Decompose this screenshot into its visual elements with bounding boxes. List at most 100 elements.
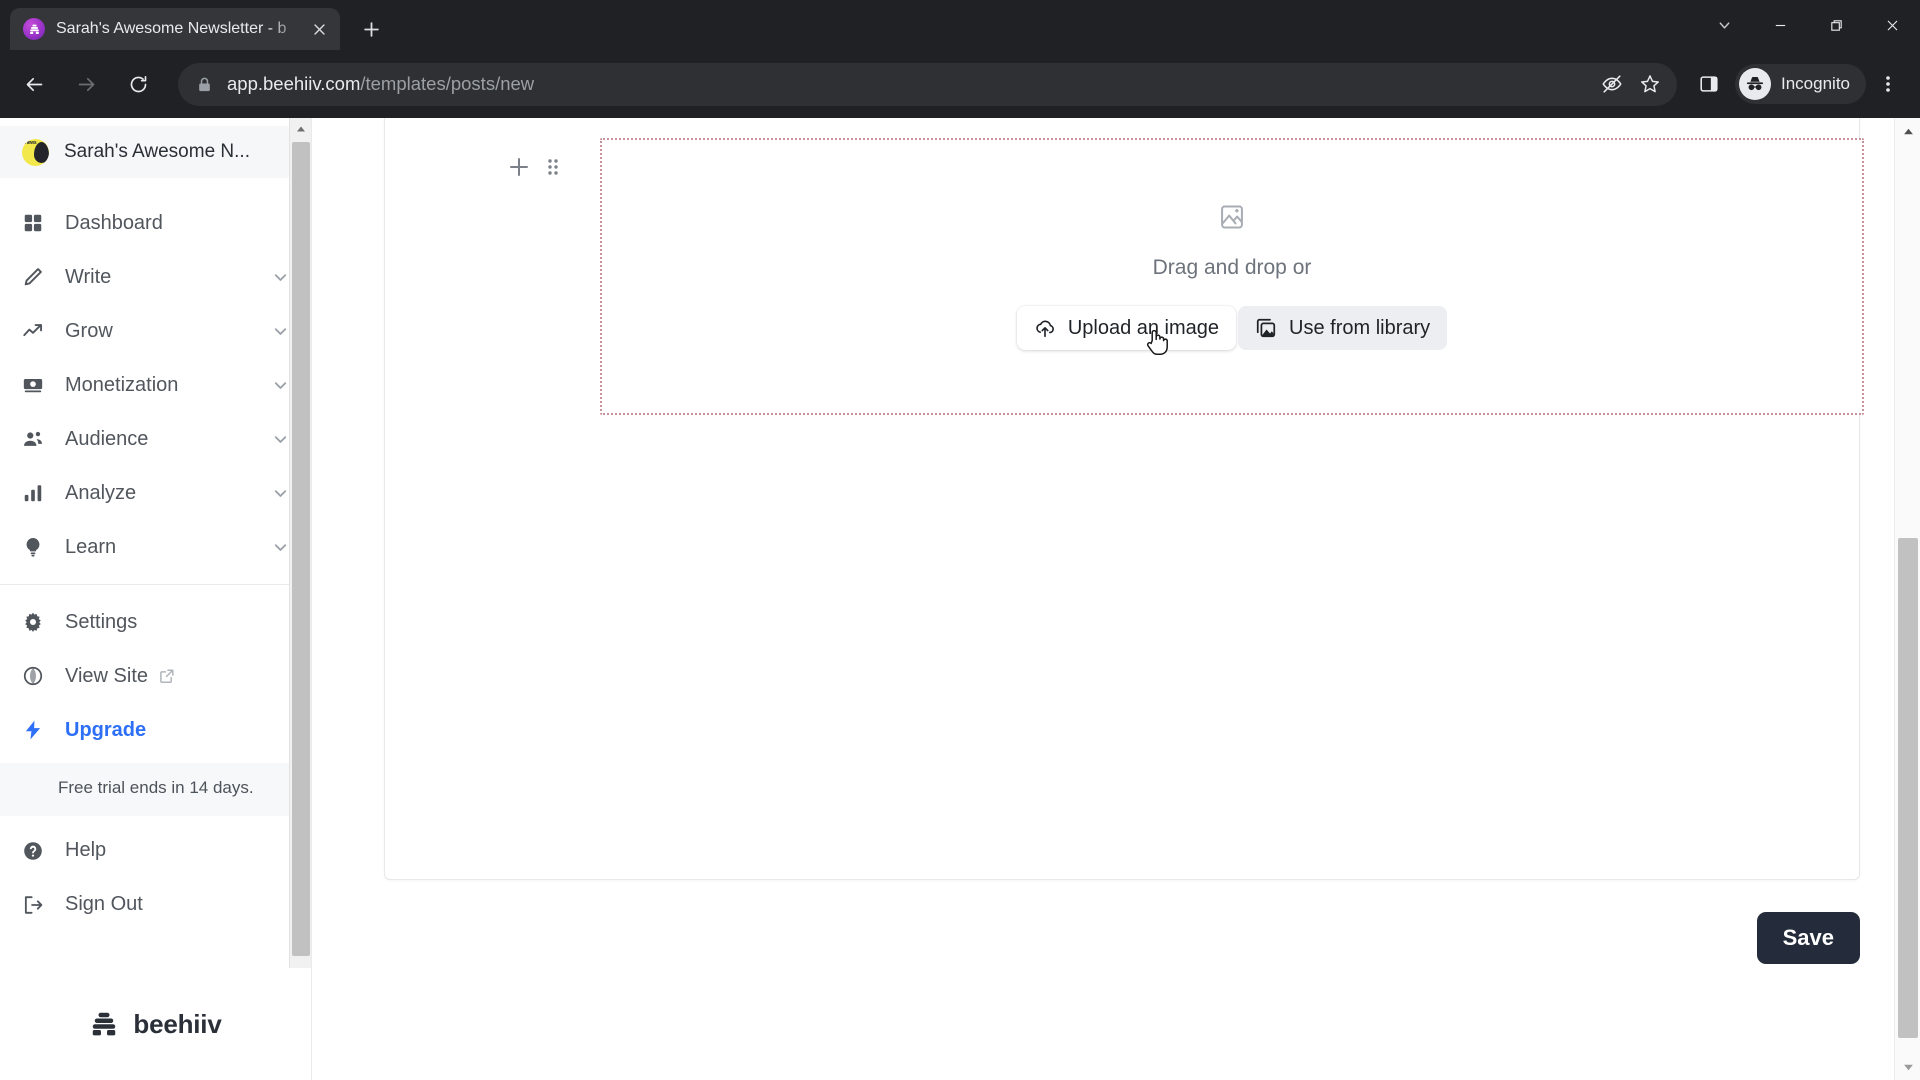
page-scrollbar[interactable] xyxy=(1894,118,1920,1080)
sidebar-item-dashboard[interactable]: Dashboard xyxy=(0,196,311,250)
page-scrollbar-thumb[interactable] xyxy=(1898,538,1918,1038)
profile-incognito-button[interactable]: Incognito xyxy=(1735,64,1866,104)
dropzone-prompt: Drag and drop or xyxy=(1152,256,1312,279)
sidebar-item-label: Analyze xyxy=(65,481,137,504)
maximize-restore-icon[interactable] xyxy=(1808,3,1864,47)
lightbulb-icon xyxy=(22,536,47,558)
sidebar-item-grow[interactable]: Grow xyxy=(0,304,311,358)
chevron-down-icon[interactable] xyxy=(272,269,289,286)
sidebar-item-label: Settings xyxy=(65,610,138,633)
sidebar-item-label: Dashboard xyxy=(65,211,163,234)
sidebar-item-label: Upgrade xyxy=(65,718,147,741)
save-button-wrap: Save xyxy=(1756,912,1860,964)
save-button[interactable]: Save xyxy=(1756,912,1860,964)
sidebar-item-monetization[interactable]: Monetization xyxy=(0,358,311,412)
chevron-down-icon[interactable] xyxy=(1696,3,1752,47)
address-bar[interactable]: app.beehiiv.com/templates/posts/new xyxy=(178,62,1677,106)
use-from-library-button[interactable]: Use from library xyxy=(1238,306,1448,350)
sidebar-item-help[interactable]: Help xyxy=(0,824,311,878)
close-icon[interactable] xyxy=(306,16,332,42)
editor-block-row: Drag and drop or Upload an image Use fro… xyxy=(508,138,1864,415)
upload-an-image-label: Upload an image xyxy=(1067,316,1220,339)
chevron-down-icon[interactable] xyxy=(272,485,289,502)
beehiiv-hive-icon xyxy=(93,1012,116,1036)
side-panel-icon[interactable] xyxy=(1689,64,1729,104)
scroll-up-arrow-icon[interactable] xyxy=(290,118,311,140)
close-window-icon[interactable] xyxy=(1864,3,1920,47)
gear-icon xyxy=(22,611,47,633)
sidebar-item-audience[interactable]: Audience xyxy=(0,412,311,466)
sidebar-divider xyxy=(0,584,311,585)
forward-arrow-icon xyxy=(65,63,107,105)
drag-handle-icon[interactable] xyxy=(546,156,560,178)
sidebar-item-analyze[interactable]: Analyze xyxy=(0,466,311,520)
lightning-bolt-icon xyxy=(22,719,47,741)
lock-icon xyxy=(196,76,213,93)
sidebar-item-label: Help xyxy=(65,839,107,862)
trend-up-icon xyxy=(22,320,47,342)
image-placeholder-icon xyxy=(1218,203,1246,231)
url-host: app.beehiiv.com xyxy=(227,73,361,94)
main-content: Drag and drop or Upload an image Use fro… xyxy=(312,118,1920,1080)
sidebar-item-settings[interactable]: Settings xyxy=(0,595,311,649)
back-arrow-icon[interactable] xyxy=(13,63,55,105)
incognito-icon xyxy=(1739,68,1771,100)
sidebar-item-label: Sign Out xyxy=(65,893,143,916)
grid-icon xyxy=(22,212,47,234)
question-circle-icon xyxy=(22,840,47,862)
new-tab-button[interactable] xyxy=(354,12,388,46)
sign-out-icon xyxy=(22,894,47,916)
chevron-down-icon[interactable] xyxy=(272,539,289,556)
reload-icon[interactable] xyxy=(117,63,159,105)
window-controls xyxy=(1696,0,1920,50)
chevron-down-icon[interactable] xyxy=(272,377,289,394)
sidebar-item-label: Grow xyxy=(65,319,113,342)
workspace-name: Sarah's Awesome N... xyxy=(64,141,250,162)
beehiiv-wordmark: beehiiv xyxy=(133,1008,222,1039)
image-library-icon xyxy=(1256,318,1276,338)
sidebar-item-write[interactable]: Write xyxy=(0,250,311,304)
bar-chart-icon xyxy=(22,482,47,504)
browser-tab[interactable]: Sarah's Awesome Newsletter - b xyxy=(10,8,340,50)
eye-slash-icon[interactable] xyxy=(1593,65,1631,103)
people-icon xyxy=(22,428,47,450)
dropzone-buttons: Upload an image Use from library xyxy=(1016,306,1448,350)
trial-notice: Free trial ends in 14 days. xyxy=(0,763,311,816)
sidebar-item-sign-out[interactable]: Sign Out xyxy=(0,878,311,932)
sidebar-item-learn[interactable]: Learn xyxy=(0,520,311,574)
main-inner: Drag and drop or Upload an image Use fro… xyxy=(312,118,1894,1080)
use-from-library-label: Use from library xyxy=(1289,316,1431,339)
sidebar-item-label: Monetization xyxy=(65,373,179,396)
address-bar-actions xyxy=(1593,65,1669,103)
beehiiv-brand: beehiiv xyxy=(0,968,311,1080)
browser-window: Sarah's Awesome Newsletter - b app.beehi… xyxy=(0,0,1920,1080)
upload-an-image-button[interactable]: Upload an image xyxy=(1016,306,1237,350)
sidebar-item-label: Learn xyxy=(65,535,117,558)
minimize-icon[interactable] xyxy=(1752,3,1808,47)
sidebar-item-label: Write xyxy=(65,265,112,288)
globe-icon xyxy=(22,665,47,687)
beehiiv-hive-icon xyxy=(23,18,45,40)
tab-strip: Sarah's Awesome Newsletter - b xyxy=(0,0,1920,50)
sidebar-scrollbar[interactable] xyxy=(289,118,311,968)
workspace-switcher[interactable]: news Sarah's Awesome N... xyxy=(0,126,293,178)
scroll-up-arrow-icon[interactable] xyxy=(1895,118,1920,144)
star-icon[interactable] xyxy=(1631,65,1669,103)
tab-title: Sarah's Awesome Newsletter - b xyxy=(56,20,287,37)
profile-label: Incognito xyxy=(1781,74,1850,93)
three-dot-menu-icon[interactable] xyxy=(1868,62,1908,106)
sidebar-item-upgrade[interactable]: Upgrade xyxy=(0,703,311,757)
image-dropzone[interactable]: Drag and drop or Upload an image Use fro… xyxy=(600,138,1864,415)
money-icon xyxy=(22,374,47,396)
scroll-down-arrow-icon[interactable] xyxy=(1895,1054,1920,1080)
sidebar-scrollbar-thumb[interactable] xyxy=(292,142,310,956)
upload-cloud-icon xyxy=(1036,320,1054,338)
address-bar-url: app.beehiiv.com/templates/posts/new xyxy=(227,73,534,95)
plus-icon[interactable] xyxy=(508,156,530,178)
external-link-icon xyxy=(159,668,175,684)
chevron-down-icon[interactable] xyxy=(272,431,289,448)
browser-toolbar: app.beehiiv.com/templates/posts/new Inco… xyxy=(0,50,1920,118)
sidebar-item-label: View Site xyxy=(65,664,149,687)
sidebar-item-view-site[interactable]: View Site xyxy=(0,649,311,703)
chevron-down-icon[interactable] xyxy=(272,323,289,340)
